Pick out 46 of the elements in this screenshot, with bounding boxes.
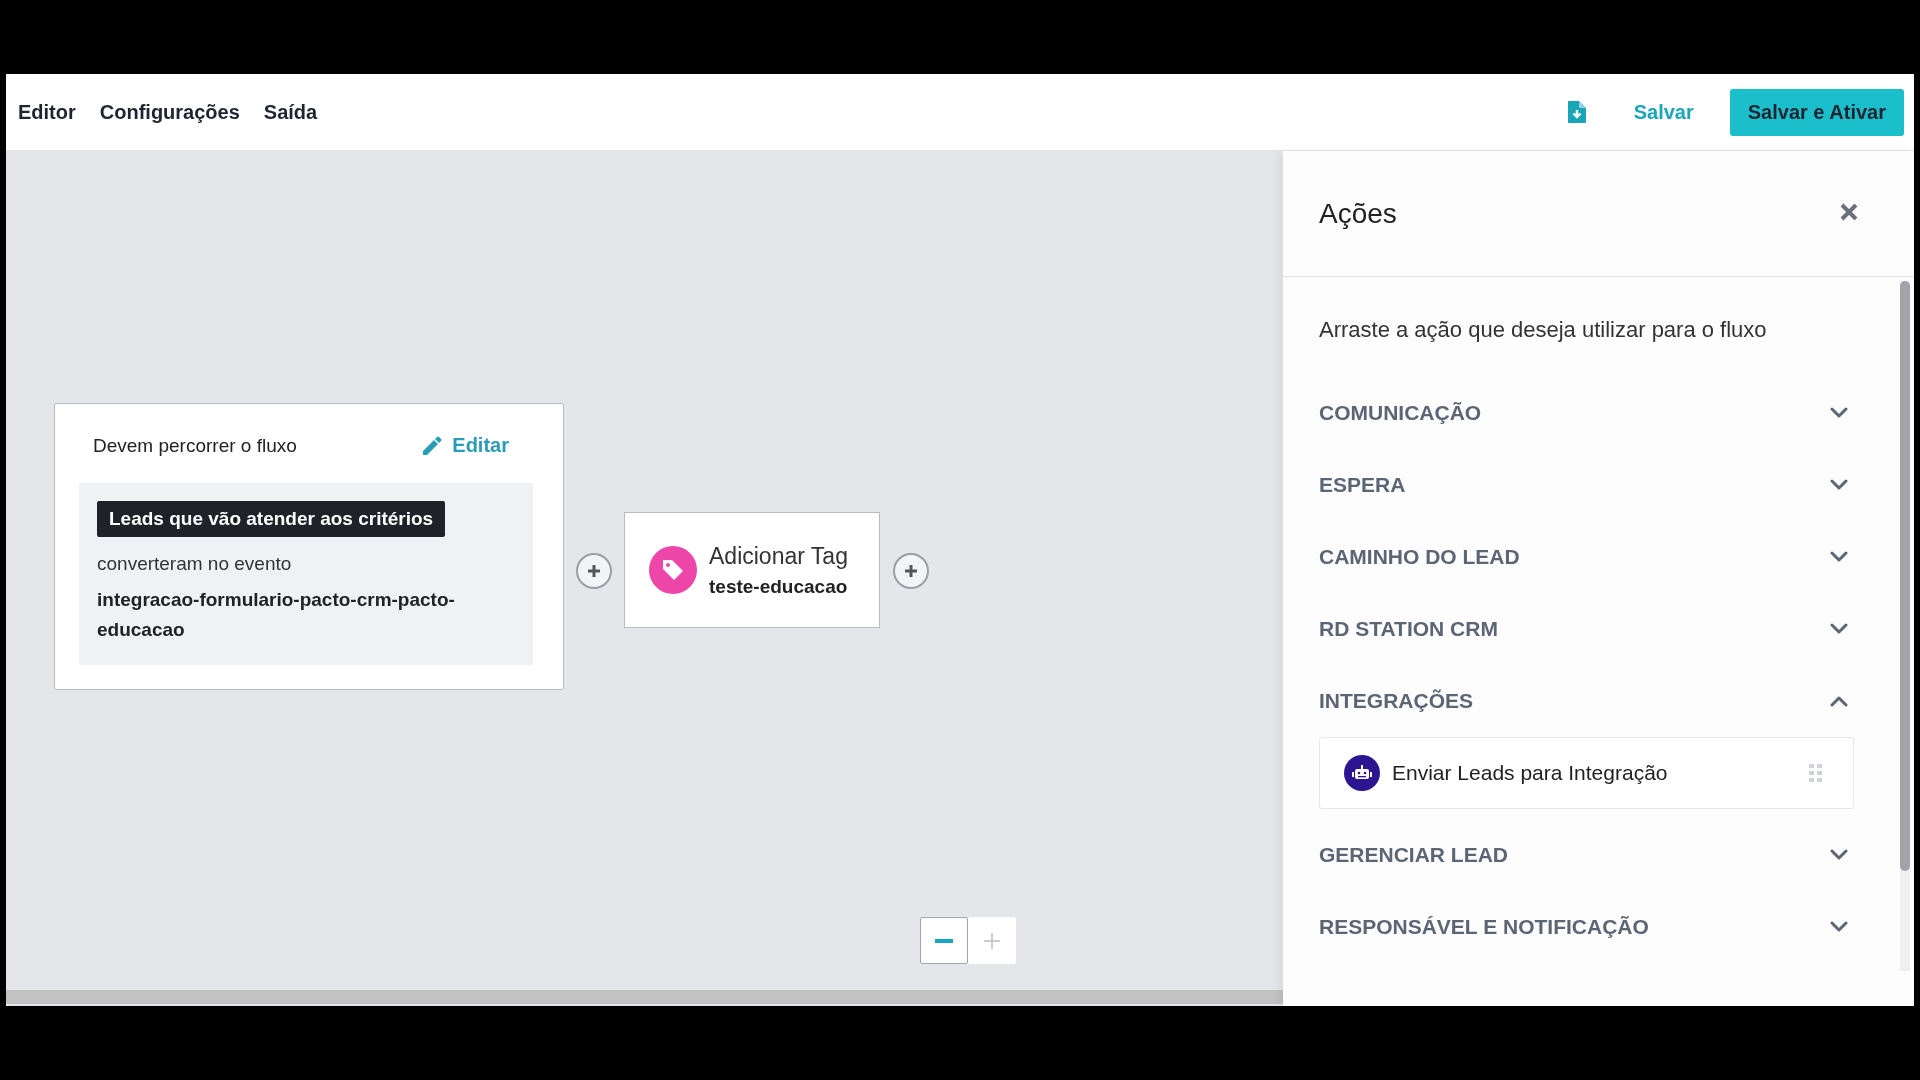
tag-icon — [649, 546, 697, 594]
add-step-button[interactable] — [576, 553, 612, 589]
menu-tab[interactable]: Editor — [18, 100, 76, 124]
chevron-down-icon — [1830, 479, 1848, 491]
plus-icon — [904, 564, 918, 578]
chevron-down-icon — [1830, 407, 1848, 419]
pencil-icon — [422, 435, 443, 456]
category-header[interactable]: COMUNICAÇÃO — [1319, 377, 1854, 449]
chevron-down-icon — [1830, 551, 1848, 563]
action-item[interactable]: Enviar Leads para Integração — [1319, 737, 1854, 809]
category-header[interactable]: GERENCIAR LEAD — [1319, 819, 1854, 891]
minus-icon — [935, 938, 953, 943]
tag-name: teste-educacao — [709, 575, 848, 598]
plus-icon — [587, 564, 601, 578]
event-name: integracao-formulario-pacto-crm-pacto-educacao — [97, 588, 456, 642]
robot-icon — [1344, 755, 1380, 791]
panel-title: Ações — [1319, 197, 1397, 230]
chevron-up-icon — [1830, 695, 1848, 707]
action-title: Adicionar Tag — [709, 542, 848, 570]
category-header[interactable]: ESPERA — [1319, 449, 1854, 521]
edit-button[interactable]: Editar — [422, 434, 509, 457]
chevron-down-icon — [1830, 849, 1848, 861]
drag-handle-icon[interactable] — [1809, 764, 1823, 782]
action-label: Enviar Leads para Integração — [1392, 761, 1669, 785]
close-icon — [1840, 203, 1858, 221]
trigger-title: Devem percorrer o fluxo — [93, 434, 297, 457]
zoom-out-button[interactable] — [920, 917, 968, 964]
category-header[interactable]: INTEGRAÇÕES — [1319, 665, 1854, 737]
save-button[interactable]: Salvar — [1623, 92, 1704, 132]
panel-description: Arraste a ação que deseja utilizar para o fluxo — [1319, 317, 1768, 343]
chevron-down-icon — [1830, 623, 1848, 635]
criteria-label: Leads que vão atender aos critérios — [97, 501, 446, 537]
plus-icon — [984, 932, 1000, 949]
category-header[interactable]: CAMINHO DO LEAD — [1319, 521, 1854, 593]
file-download-icon[interactable] — [1567, 101, 1586, 123]
category-header[interactable]: RD STATION CRM — [1319, 593, 1854, 665]
horizontal-scrollbar[interactable] — [6, 990, 1283, 1004]
vertical-scrollbar[interactable] — [1900, 281, 1910, 971]
condition-text: converteram no evento — [97, 553, 293, 575]
category-header[interactable]: RESPONSÁVEL E NOTIFICAÇÃO — [1319, 891, 1854, 963]
action-node[interactable]: Adicionar Tag teste-educacao — [624, 512, 880, 628]
menu-tab[interactable]: Configurações — [99, 100, 240, 124]
menu-tab[interactable]: Saída — [263, 100, 318, 124]
add-step-button[interactable] — [893, 553, 929, 589]
chevron-down-icon — [1830, 921, 1848, 933]
save-and-activate-button[interactable]: Salvar e Ativar — [1729, 88, 1904, 136]
